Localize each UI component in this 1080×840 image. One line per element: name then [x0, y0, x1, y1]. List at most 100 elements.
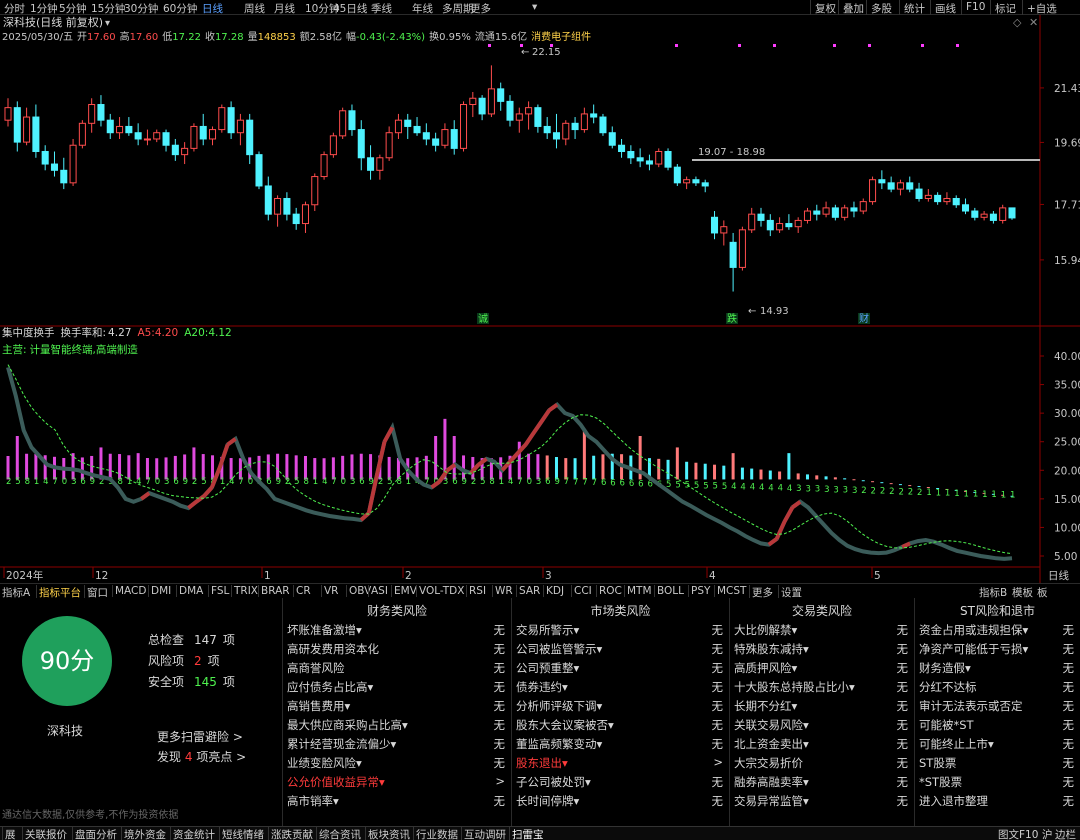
candle[interactable] [803, 207, 812, 224]
candle[interactable] [729, 232, 737, 292]
indicator-tab-23[interactable]: PSY [688, 585, 710, 597]
candle[interactable] [906, 176, 914, 193]
indicator-tab-7[interactable]: TRIX [231, 585, 258, 597]
candle[interactable] [376, 154, 384, 180]
candle[interactable] [292, 207, 300, 230]
risk-item[interactable]: 公司预重整▾ 无 [516, 660, 723, 679]
candle[interactable] [41, 145, 49, 171]
taskbar-item-8[interactable]: 板块资讯 [365, 827, 410, 840]
toolbar-right-2[interactable]: 多股 [866, 0, 896, 15]
risk-item[interactable]: 分红不达标 无 [919, 679, 1074, 698]
kline-chart[interactable]: 21.43 19.69 17.71 15.94 深科技(日线 前复权)▾ 2025/05/… [0, 15, 1080, 583]
candle[interactable] [515, 107, 523, 133]
risk-item[interactable]: 高质押风险▾ 无 [734, 660, 908, 679]
risk-item[interactable]: 董监高频繁变动▾ 无 [516, 736, 723, 755]
candle[interactable] [218, 104, 226, 133]
candle[interactable] [1008, 207, 1016, 220]
candle[interactable] [924, 189, 932, 202]
risk-item[interactable]: 股东大会议案被否▾ 无 [516, 717, 723, 736]
toolbar-right-6[interactable]: 标记 [990, 0, 1020, 15]
indicator-tab-9[interactable]: CR [293, 585, 311, 597]
candle[interactable] [227, 101, 235, 139]
risk-item[interactable]: 交易所警示▾ 无 [516, 622, 723, 641]
risk-item[interactable]: 大宗交易折价 无 [734, 755, 908, 774]
indicator-tab-3[interactable]: MACD [112, 585, 146, 597]
candle[interactable] [97, 95, 105, 127]
candle[interactable] [60, 157, 68, 190]
period-tab-12[interactable]: 年线 [412, 1, 433, 16]
candle[interactable] [487, 65, 495, 118]
candle[interactable] [878, 170, 886, 190]
candle[interactable] [69, 138, 77, 186]
more-dropdown-icon[interactable]: ▾ [532, 1, 537, 13]
risk-item[interactable]: 进入退市整理 无 [919, 793, 1074, 812]
taskbar-right-1[interactable]: 沪 [1042, 827, 1053, 840]
candle[interactable] [850, 201, 858, 218]
risk-item[interactable]: 特殊股东减持▾ 无 [734, 641, 908, 660]
candle[interactable] [822, 201, 830, 218]
candle[interactable] [813, 204, 821, 221]
indicator-tab-22[interactable]: BOLL [654, 585, 684, 597]
candle[interactable] [757, 207, 765, 227]
candle[interactable] [859, 198, 867, 215]
candle[interactable] [469, 91, 477, 118]
candle[interactable] [320, 151, 328, 180]
taskbar-item-4[interactable]: 资金统计 [170, 827, 215, 840]
candle[interactable] [636, 148, 644, 168]
candle[interactable] [283, 192, 291, 221]
candle[interactable] [525, 101, 533, 130]
risk-item[interactable]: 分析师评级下调▾ 无 [516, 698, 723, 717]
indicator-tab-19[interactable]: CCI [571, 585, 592, 597]
taskbar-item-6[interactable]: 涨跌贡献 [268, 827, 313, 840]
risk-item[interactable]: 可能被*ST 无 [919, 717, 1074, 736]
risk-item[interactable]: *ST股票 无 [919, 774, 1074, 793]
period-tab-11[interactable]: 季线 [371, 1, 392, 16]
period-tab-4[interactable]: 30分钟 [124, 1, 158, 16]
candle[interactable] [348, 104, 356, 136]
toolbar-right-0[interactable]: 复权 [810, 0, 840, 15]
candle[interactable] [580, 107, 588, 133]
risk-item[interactable]: 累计经营现金流偏少▾ 无 [287, 736, 505, 755]
candle[interactable] [980, 211, 988, 221]
candle[interactable] [367, 145, 375, 180]
indicator-tab-24[interactable]: MCST [714, 585, 746, 597]
indicator-tab-4[interactable]: DMI [148, 585, 171, 597]
risk-item[interactable]: 十大股东总持股占比小▾ 无 [734, 679, 908, 698]
candle[interactable] [236, 113, 244, 146]
risk-item[interactable]: 长时间停牌▾ 无 [516, 793, 723, 812]
risk-item[interactable]: 长期不分红▾ 无 [734, 698, 908, 717]
candle[interactable] [766, 214, 774, 237]
period-tab-2[interactable]: 5分钟 [59, 1, 87, 16]
taskbar-item-3[interactable]: 境外资金 [121, 827, 166, 840]
candle[interactable] [738, 226, 746, 271]
candle[interactable] [432, 132, 440, 152]
candle[interactable] [255, 151, 263, 190]
indicator-tab-8[interactable]: BRAR [258, 585, 290, 597]
candle[interactable] [32, 104, 40, 158]
period-tab-6[interactable]: 日线 [202, 1, 223, 16]
risk-item[interactable]: 审计无法表示或否定 无 [919, 698, 1074, 717]
taskbar-item-0[interactable]: 展 [2, 827, 16, 840]
candle[interactable] [785, 214, 793, 230]
risk-item[interactable]: 大比例解禁▾ 无 [734, 622, 908, 641]
candle[interactable] [125, 117, 133, 136]
candle[interactable] [841, 204, 849, 221]
candle[interactable] [869, 176, 877, 205]
candle[interactable] [441, 123, 449, 149]
taskbar-item-7[interactable]: 综合资讯 [316, 827, 361, 840]
indicator-tab-12[interactable]: ASI [368, 585, 388, 597]
candle[interactable] [506, 95, 514, 127]
risk-item[interactable]: 融券高融卖率▾ 无 [734, 774, 908, 793]
risk-item[interactable]: 股东退出▾ > [516, 755, 723, 774]
risk-item[interactable]: 业绩变脸风险▾ 无 [287, 755, 505, 774]
candle[interactable] [934, 192, 942, 205]
period-tab-7[interactable]: 周线 [244, 1, 265, 16]
risk-item[interactable]: 交易异常监管▾ 无 [734, 793, 908, 812]
period-tab-14[interactable]: 更多 [470, 1, 491, 16]
candle[interactable] [534, 104, 542, 133]
candle[interactable] [357, 120, 365, 171]
risk-item[interactable]: 高销售费用▾ 无 [287, 698, 505, 717]
candle[interactable] [608, 126, 616, 149]
risk-item[interactable]: 北上资金卖出▾ 无 [734, 736, 908, 755]
taskbar-item-11[interactable]: 扫雷宝 [509, 827, 544, 840]
